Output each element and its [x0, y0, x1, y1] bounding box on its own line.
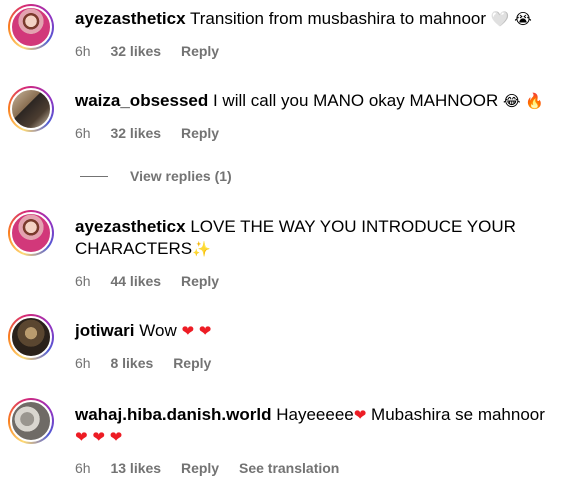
heart-emoji: ❤: [353, 406, 367, 424]
avatar[interactable]: [8, 314, 54, 360]
comment-meta: 6h 44 likes Reply: [75, 272, 235, 290]
comment-text: ayezastheticx Transition from musbashira…: [75, 8, 556, 30]
username[interactable]: jotiwari: [75, 321, 135, 340]
heart-emoji-group: ❤ ❤ ❤: [75, 428, 123, 446]
emoji-group: 🤍 😭: [490, 10, 532, 28]
comment-text: jotiwari Wow ❤ ❤: [75, 320, 556, 342]
comment-meta: 6h 32 likes Reply: [75, 124, 235, 142]
likes-count[interactable]: 8 likes: [110, 355, 153, 371]
comment-body: Wow: [139, 321, 177, 340]
likes-count[interactable]: 32 likes: [110, 43, 161, 59]
see-translation-button[interactable]: See translation: [239, 460, 339, 476]
comment-meta: 6h 8 likes Reply: [75, 354, 227, 372]
comment-body: I will call you MANO okay MAHNOOR: [212, 91, 499, 110]
comment-meta: 6h 32 likes Reply: [75, 42, 235, 60]
view-replies-button[interactable]: View replies (1): [80, 168, 232, 184]
avatar[interactable]: [8, 398, 54, 444]
timestamp: 6h: [75, 43, 91, 59]
timestamp: 6h: [75, 355, 91, 371]
comment-body-continued: Mubashira se mahnoor: [371, 405, 545, 424]
comment-text: waiza_obsessed I will call you MANO okay…: [75, 90, 556, 112]
avatar-image: [10, 400, 52, 442]
replies-divider-line: [80, 175, 108, 177]
timestamp: 6h: [75, 125, 91, 141]
avatar-image: [10, 88, 52, 130]
avatar-image: [10, 212, 52, 254]
avatar[interactable]: [8, 210, 54, 256]
likes-count[interactable]: 13 likes: [110, 460, 161, 476]
username[interactable]: wahaj.hiba.danish.world: [75, 405, 271, 424]
username[interactable]: waiza_obsessed: [75, 91, 208, 110]
username[interactable]: ayezastheticx: [75, 9, 186, 28]
reply-button[interactable]: Reply: [181, 43, 219, 59]
reply-button[interactable]: Reply: [181, 125, 219, 141]
reply-button[interactable]: Reply: [181, 273, 219, 289]
timestamp: 6h: [75, 273, 91, 289]
comment-body: Hayeeeee: [276, 405, 354, 424]
reply-button[interactable]: Reply: [173, 355, 211, 371]
sparkles-emoji: ✨: [192, 240, 211, 258]
comment-meta: 6h 13 likes Reply See translation: [75, 459, 355, 477]
heart-emoji-group: ❤ ❤: [181, 322, 212, 340]
avatar-image: [10, 6, 52, 48]
comment-text: ayezastheticx LOVE THE WAY YOU INTRODUCE…: [75, 216, 526, 260]
reply-button[interactable]: Reply: [181, 460, 219, 476]
timestamp: 6h: [75, 460, 91, 476]
likes-count[interactable]: 32 likes: [110, 125, 161, 141]
username[interactable]: ayezastheticx: [75, 217, 186, 236]
comment-text: wahaj.hiba.danish.world Hayeeeee❤ Mubash…: [75, 404, 556, 448]
emoji-group: 😂 🔥: [503, 92, 544, 110]
likes-count[interactable]: 44 likes: [110, 273, 161, 289]
avatar-image: [10, 316, 52, 358]
view-replies-label: View replies (1): [130, 168, 232, 184]
comment-body: Transition from musbashira to mahnoor: [190, 9, 487, 28]
avatar[interactable]: [8, 86, 54, 132]
avatar[interactable]: [8, 4, 54, 50]
